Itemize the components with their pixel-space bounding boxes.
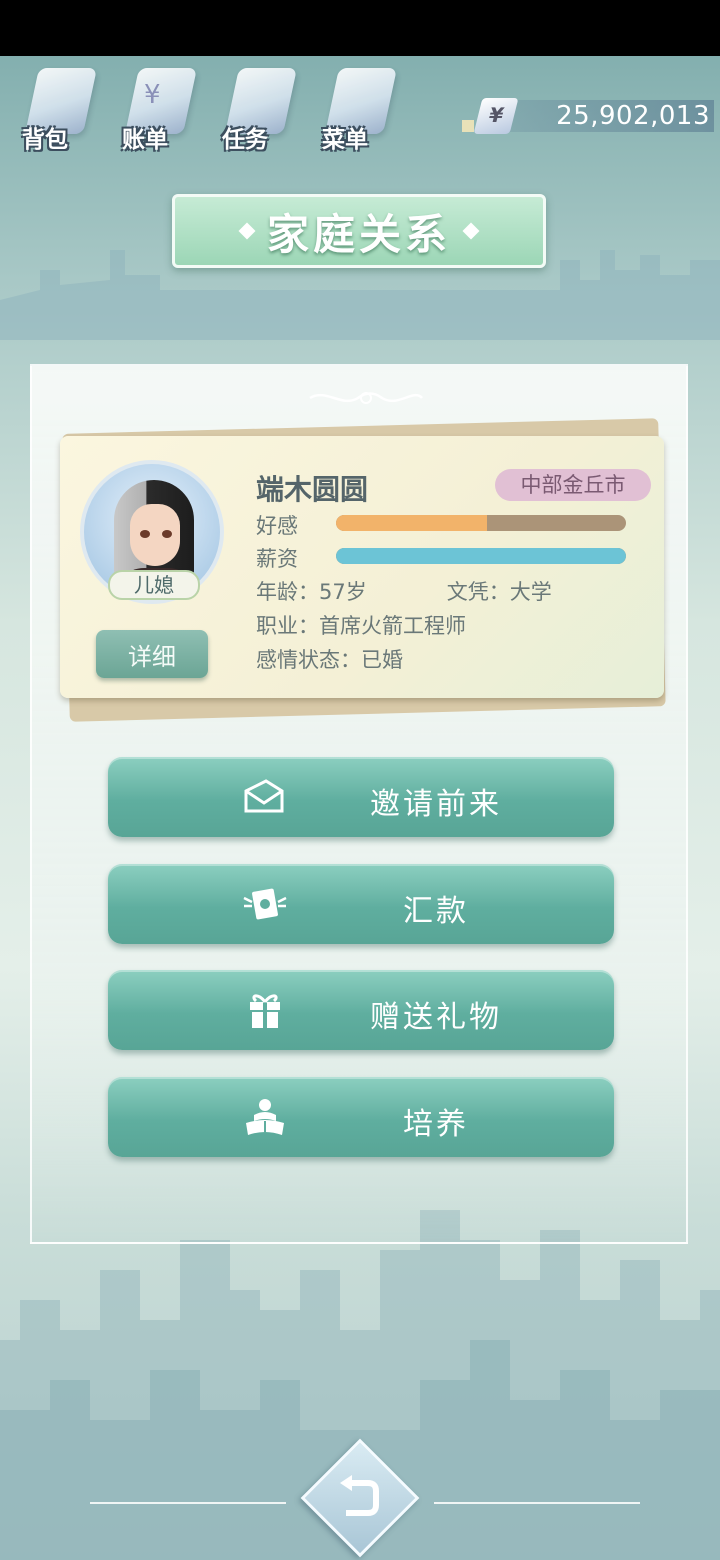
back-divider-left (90, 1502, 286, 1504)
bill-label: 账单 (122, 127, 168, 153)
location-badge: 中部金丘市 (495, 469, 651, 501)
detail-button[interactable]: 详细 (96, 630, 208, 678)
backpack-button[interactable]: 背包 (18, 62, 98, 158)
bill-button[interactable]: ¥ 账单 (118, 62, 198, 158)
favor-label: 好感 (256, 514, 298, 538)
invite-label: 邀请前来 (370, 787, 502, 822)
status-bar (0, 0, 720, 56)
favor-bar (336, 515, 626, 531)
currency-decoration (462, 120, 474, 132)
task-label: 任务 (222, 127, 268, 153)
age-text: 年龄：57岁 (256, 580, 367, 604)
nurture-button[interactable]: 培养 (108, 1077, 614, 1157)
salary-bar (336, 548, 626, 564)
relationship-status-text: 感情状态：已婚 (256, 648, 403, 672)
character-name: 端木圆圆 (256, 473, 369, 506)
currency-amount: 25,902,013 (556, 101, 710, 131)
back-arrow-icon (340, 1475, 379, 1516)
currency-display: ¥ 25,902,013 (462, 96, 714, 136)
backpack-label: 背包 (22, 127, 68, 153)
favor-bar-fill (336, 515, 487, 531)
menu-button[interactable]: 菜单 (318, 62, 398, 158)
diamond-icon (462, 222, 480, 240)
bill-yen-glyph: ¥ (144, 80, 161, 110)
nurture-label: 培养 (403, 1107, 469, 1142)
give-gift-button[interactable]: 赠送礼物 (108, 970, 614, 1050)
menu-label: 菜单 (322, 127, 368, 153)
relation-tag: 儿媳 (108, 570, 200, 600)
task-button[interactable]: 任务 (218, 62, 298, 158)
page-title: 家庭关系 (266, 209, 451, 259)
money-transfer-label: 汇款 (403, 894, 469, 929)
education-text: 文凭：大学 (446, 580, 552, 604)
salary-label: 薪资 (256, 547, 298, 571)
money-transfer-button[interactable]: 汇款 (108, 864, 614, 944)
invite-button[interactable]: 邀请前来 (108, 757, 614, 837)
salary-bar-fill (336, 548, 626, 564)
top-menu: 背包 ¥ 账单 任务 菜单 (18, 62, 398, 162)
ornament-flourish-icon (309, 392, 423, 404)
diamond-icon (238, 222, 256, 240)
give-gift-label: 赠送礼物 (370, 1000, 502, 1035)
page-title-banner: 家庭关系 (172, 194, 546, 268)
back-divider-right (434, 1502, 640, 1504)
job-text: 职业：首席火箭工程师 (256, 614, 466, 638)
age-education-line: 年龄：57岁 文凭：大学 (256, 576, 552, 606)
